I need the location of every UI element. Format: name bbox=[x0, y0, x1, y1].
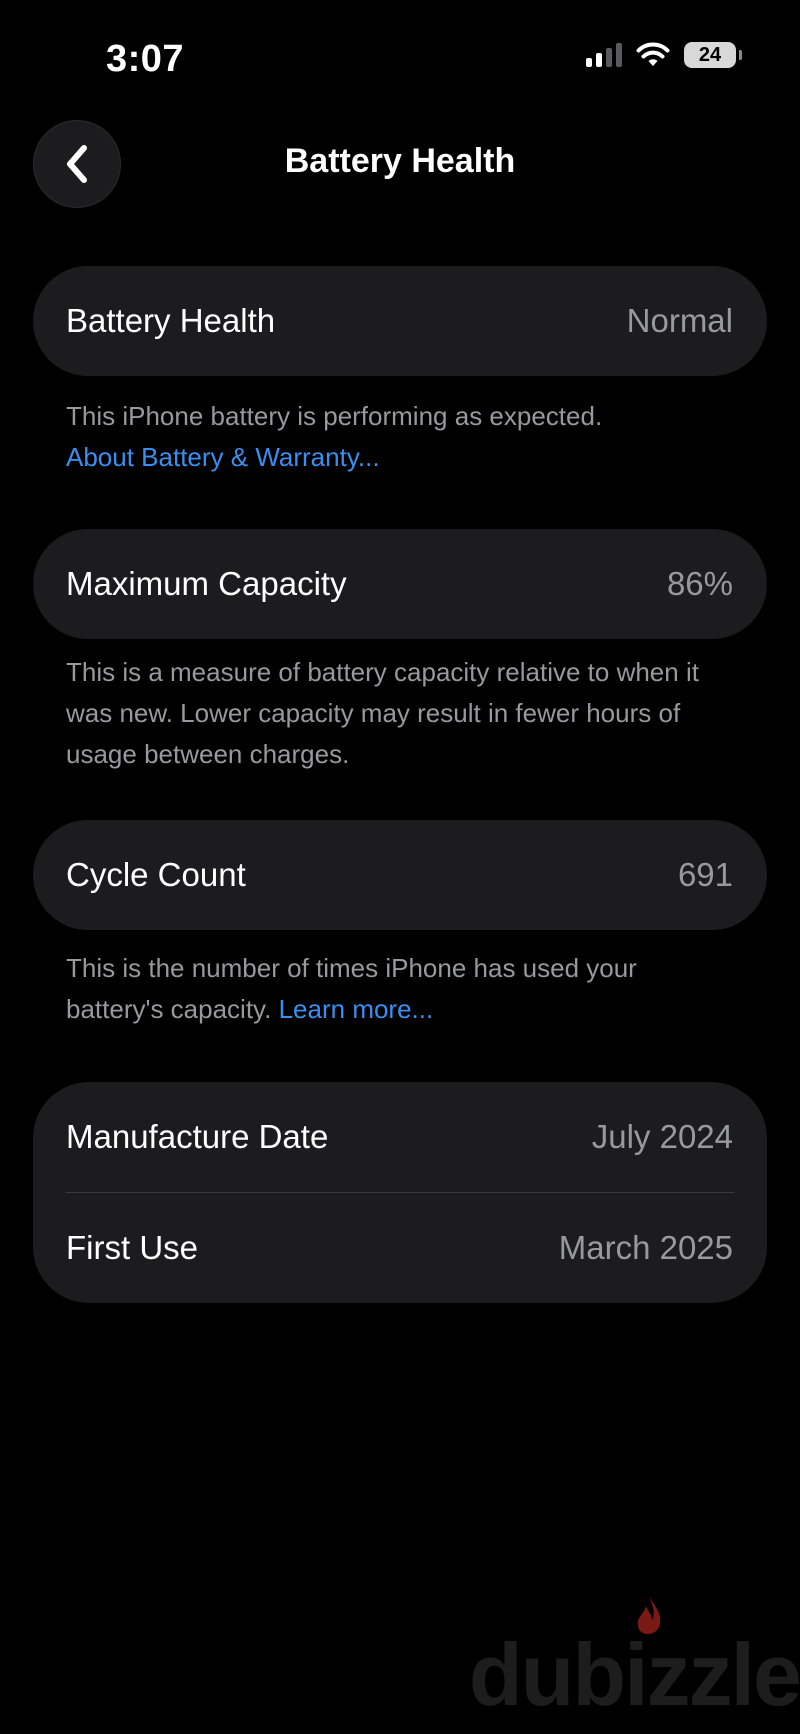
maximum-capacity-card: Maximum Capacity 86% bbox=[33, 529, 767, 639]
battery-level: 24 bbox=[698, 43, 722, 66]
page-title: Battery Health bbox=[284, 142, 516, 180]
about-battery-warranty-link[interactable]: About Battery & Warranty... bbox=[66, 437, 726, 478]
cellular-signal-icon bbox=[586, 43, 622, 67]
status-time: 3:07 bbox=[106, 38, 185, 80]
manufacture-date-label: Manufacture Date bbox=[66, 1118, 329, 1155]
battery-dates-card: Manufacture Date July 2024 First Use Mar… bbox=[33, 1082, 767, 1303]
cycle-count-value: 691 bbox=[677, 856, 733, 893]
first-use-label: First Use bbox=[66, 1229, 198, 1266]
battery-health-row[interactable]: Battery Health Normal bbox=[33, 266, 767, 376]
cycle-count-card: Cycle Count 691 bbox=[33, 820, 767, 930]
battery-health-value: Normal bbox=[626, 302, 733, 339]
battery-health-card: Battery Health Normal bbox=[33, 266, 767, 376]
battery-health-label: Battery Health bbox=[66, 302, 276, 339]
cycle-count-label: Cycle Count bbox=[66, 856, 246, 893]
learn-more-link[interactable]: Learn more... bbox=[279, 994, 434, 1024]
battery-health-note: This iPhone battery is performing as exp… bbox=[66, 401, 603, 431]
manufacture-date-row: Manufacture Date July 2024 bbox=[33, 1082, 767, 1192]
status-bar: 3:07 24 bbox=[0, 0, 800, 120]
cycle-count-row: Cycle Count 691 bbox=[33, 820, 767, 930]
dubizzle-watermark: dubizzle bbox=[468, 1625, 800, 1724]
maximum-capacity-value: 86% bbox=[666, 565, 733, 602]
battery-health-footnote: This iPhone battery is performing as exp… bbox=[66, 396, 726, 478]
battery-icon: 24 bbox=[684, 42, 742, 68]
maximum-capacity-footnote: This is a measure of battery capacity re… bbox=[66, 657, 699, 769]
status-icons: 24 bbox=[586, 42, 742, 68]
maximum-capacity-row: Maximum Capacity 86% bbox=[33, 529, 767, 639]
cycle-count-footnote: This is the number of times iPhone has u… bbox=[66, 948, 726, 1030]
wifi-icon bbox=[636, 42, 670, 66]
manufacture-date-value: July 2024 bbox=[591, 1118, 733, 1155]
first-use-value: March 2025 bbox=[558, 1229, 733, 1266]
maximum-capacity-label: Maximum Capacity bbox=[66, 565, 347, 602]
first-use-row: First Use March 2025 bbox=[33, 1193, 767, 1303]
